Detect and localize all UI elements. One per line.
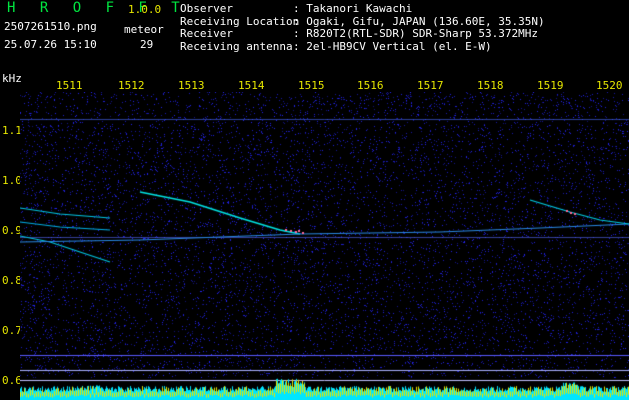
time-tick-1519: 1519: [537, 79, 564, 92]
time-tick-1517: 1517: [417, 79, 444, 92]
timestamp: 25.07.26 15:10: [4, 38, 97, 51]
image-filename: 2507261510.png: [4, 20, 97, 33]
info-antenna: Receiving antenna: 2el-HB9CV Vertical (e…: [180, 39, 492, 53]
time-tick-1520: 1520: [596, 79, 623, 92]
freq-tick-0.8: 0.8: [2, 274, 22, 287]
freq-tick-0.6: 0.6: [2, 374, 22, 387]
meteor-count: 29: [140, 38, 154, 51]
time-tick-1516: 1516: [357, 79, 384, 92]
time-tick-1518: 1518: [477, 79, 504, 92]
app-version: 1.0.0: [128, 3, 162, 16]
time-tick-1512: 1512: [118, 79, 145, 92]
freq-tick-0.7: 0.7: [2, 324, 22, 337]
meteor-label: meteor: [124, 23, 164, 36]
freq-tick-1.0: 1.0: [2, 174, 22, 187]
station-info: Observer: Takanori Kawachi Receiving Loc…: [180, 2, 545, 53]
header-panel: H R O F F T 1.0.0 2507261510.png 25.07.2…: [0, 0, 629, 75]
frequency-unit: kHz: [2, 72, 22, 85]
time-tick-1511: 1511: [56, 79, 83, 92]
spectrogram-waterfall: [20, 92, 629, 400]
freq-tick-0.9: 0.9: [2, 224, 22, 237]
freq-tick-1.1: 1.1: [2, 124, 22, 137]
time-tick-1514: 1514: [238, 79, 265, 92]
time-tick-1513: 1513: [178, 79, 205, 92]
time-tick-1515: 1515: [298, 79, 325, 92]
